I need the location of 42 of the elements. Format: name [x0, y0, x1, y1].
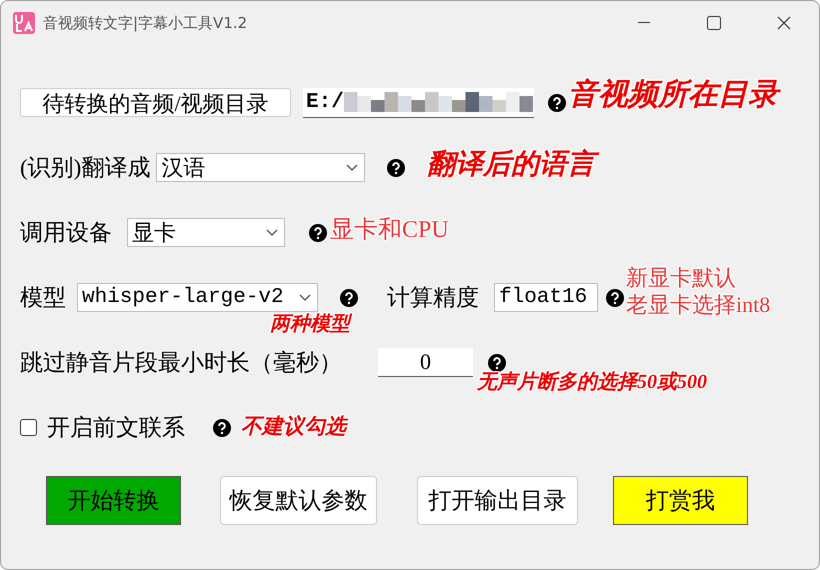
annotation-text: 不建议勾选 — [241, 414, 351, 438]
annotation-text: 音视频所在目录 — [568, 78, 783, 112]
language-select[interactable]: 汉语 — [156, 153, 366, 182]
action-button[interactable]: 开始转换 — [46, 476, 181, 525]
device-label: 调用设备 — [20, 219, 112, 247]
precision-label: 计算精度 — [387, 284, 479, 312]
device-select[interactable]: 显卡 — [127, 218, 285, 247]
window-title: 音视频转文字|字幕小工具V1.2 — [43, 14, 248, 32]
help-icon[interactable] — [213, 418, 231, 436]
context-checkbox[interactable] — [20, 419, 37, 436]
help-icon[interactable] — [548, 94, 566, 112]
precision-select[interactable]: float16 — [494, 283, 598, 312]
help-icon[interactable] — [488, 354, 506, 372]
language-label: (识别)翻译成 — [20, 154, 150, 182]
folder-path-text: E:/ — [305, 90, 344, 114]
maximize-icon[interactable] — [707, 16, 721, 30]
silence-input[interactable]: 0 — [378, 348, 473, 377]
silence-label: 跳过静音片段最小时长（毫秒） — [20, 349, 342, 377]
annotation-text: 翻译后的语言 — [427, 149, 600, 182]
help-icon[interactable] — [309, 224, 327, 242]
close-icon[interactable] — [777, 16, 791, 30]
annotation-text: 老显卡选择int8 — [626, 292, 772, 318]
model-label: 模型 — [20, 284, 66, 312]
chevron-icon — [266, 228, 278, 236]
chevron-icon — [346, 164, 358, 172]
context-label: 开启前文联系 — [47, 414, 185, 442]
choose-folder-button[interactable]: 待转换的音频/视频目录 — [20, 88, 291, 117]
app-logo-icon — [13, 12, 35, 34]
model-select[interactable]: whisper-large-v2 — [77, 283, 318, 312]
action-button[interactable]: 打开输出目录 — [417, 476, 578, 525]
annotation-text: 显卡和CPU — [330, 217, 450, 245]
annotation-text: 两种模型 — [270, 313, 355, 336]
action-button[interactable]: 恢复默认参数 — [220, 476, 377, 525]
chevron-icon — [299, 294, 311, 302]
help-icon[interactable] — [340, 288, 358, 306]
annotation-text: 无声片断多的选择50或500 — [477, 371, 708, 394]
help-icon[interactable] — [387, 158, 406, 176]
annotation-text: 新显卡默认 — [626, 265, 737, 290]
action-button[interactable]: 打赏我 — [613, 476, 748, 525]
minimize-icon[interactable] — [638, 22, 650, 24]
help-icon[interactable] — [606, 288, 624, 306]
folder-path-field[interactable]: E:/ — [303, 88, 534, 118]
